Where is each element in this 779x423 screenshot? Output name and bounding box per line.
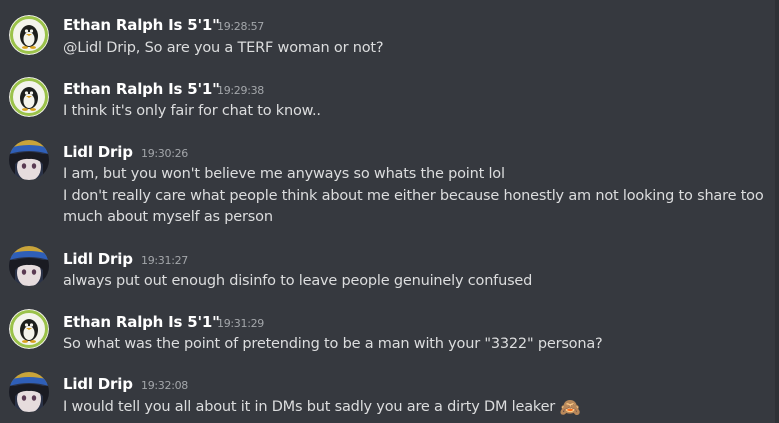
- message-text: much about myself as person: [63, 209, 273, 225]
- anime-avatar[interactable]: [9, 246, 49, 286]
- message-text: I don't really care what people think ab…: [63, 188, 764, 204]
- message-text: I am, but you won't believe me anyways s…: [63, 166, 505, 182]
- anime-avatar-icon: [9, 372, 49, 412]
- anime-avatar[interactable]: [9, 140, 49, 180]
- see-no-evil-monkey-emoji[interactable]: 🙈: [560, 398, 581, 418]
- message-text: I think it's only fair for chat to know.…: [63, 103, 321, 119]
- anime-avatar-icon: [9, 246, 49, 286]
- message-timestamp: 19:31:27: [141, 254, 189, 267]
- penguin-avatar[interactable]: [9, 309, 49, 349]
- message-timestamp: 19:32:08: [141, 379, 189, 392]
- penguin-icon: [9, 15, 49, 55]
- penguin-avatar[interactable]: [9, 15, 49, 55]
- scrollbar[interactable]: [775, 0, 779, 423]
- anime-avatar-icon: [9, 140, 49, 180]
- message-author[interactable]: Lidl Drip: [63, 250, 133, 268]
- anime-avatar[interactable]: [9, 372, 49, 412]
- message-author[interactable]: Ethan Ralph Is 5'1": [63, 313, 220, 331]
- message-text: So what was the point of pretending to b…: [63, 336, 603, 352]
- penguin-avatar[interactable]: [9, 77, 49, 117]
- message-author[interactable]: Ethan Ralph Is 5'1": [63, 80, 220, 98]
- message-author[interactable]: Ethan Ralph Is 5'1": [63, 16, 220, 34]
- message-timestamp: 19:31:29: [217, 317, 265, 330]
- message-text-line: I would tell you all about it in DMs but…: [63, 398, 581, 418]
- penguin-icon: [9, 77, 49, 117]
- chat-log: Ethan Ralph Is 5'1" 19:28:57 @Lidl Drip,…: [0, 0, 779, 423]
- message-author[interactable]: Lidl Drip: [63, 143, 133, 161]
- message-text: @Lidl Drip, So are you a TERF woman or n…: [63, 40, 384, 56]
- message-timestamp: 19:30:26: [141, 147, 189, 160]
- message-text: always put out enough disinfo to leave p…: [63, 273, 533, 289]
- message-author[interactable]: Lidl Drip: [63, 375, 133, 393]
- message-timestamp: 19:29:38: [217, 84, 265, 97]
- message-timestamp: 19:28:57: [217, 20, 265, 33]
- penguin-icon: [9, 309, 49, 349]
- message-text: I would tell you all about it in DMs but…: [63, 399, 556, 415]
